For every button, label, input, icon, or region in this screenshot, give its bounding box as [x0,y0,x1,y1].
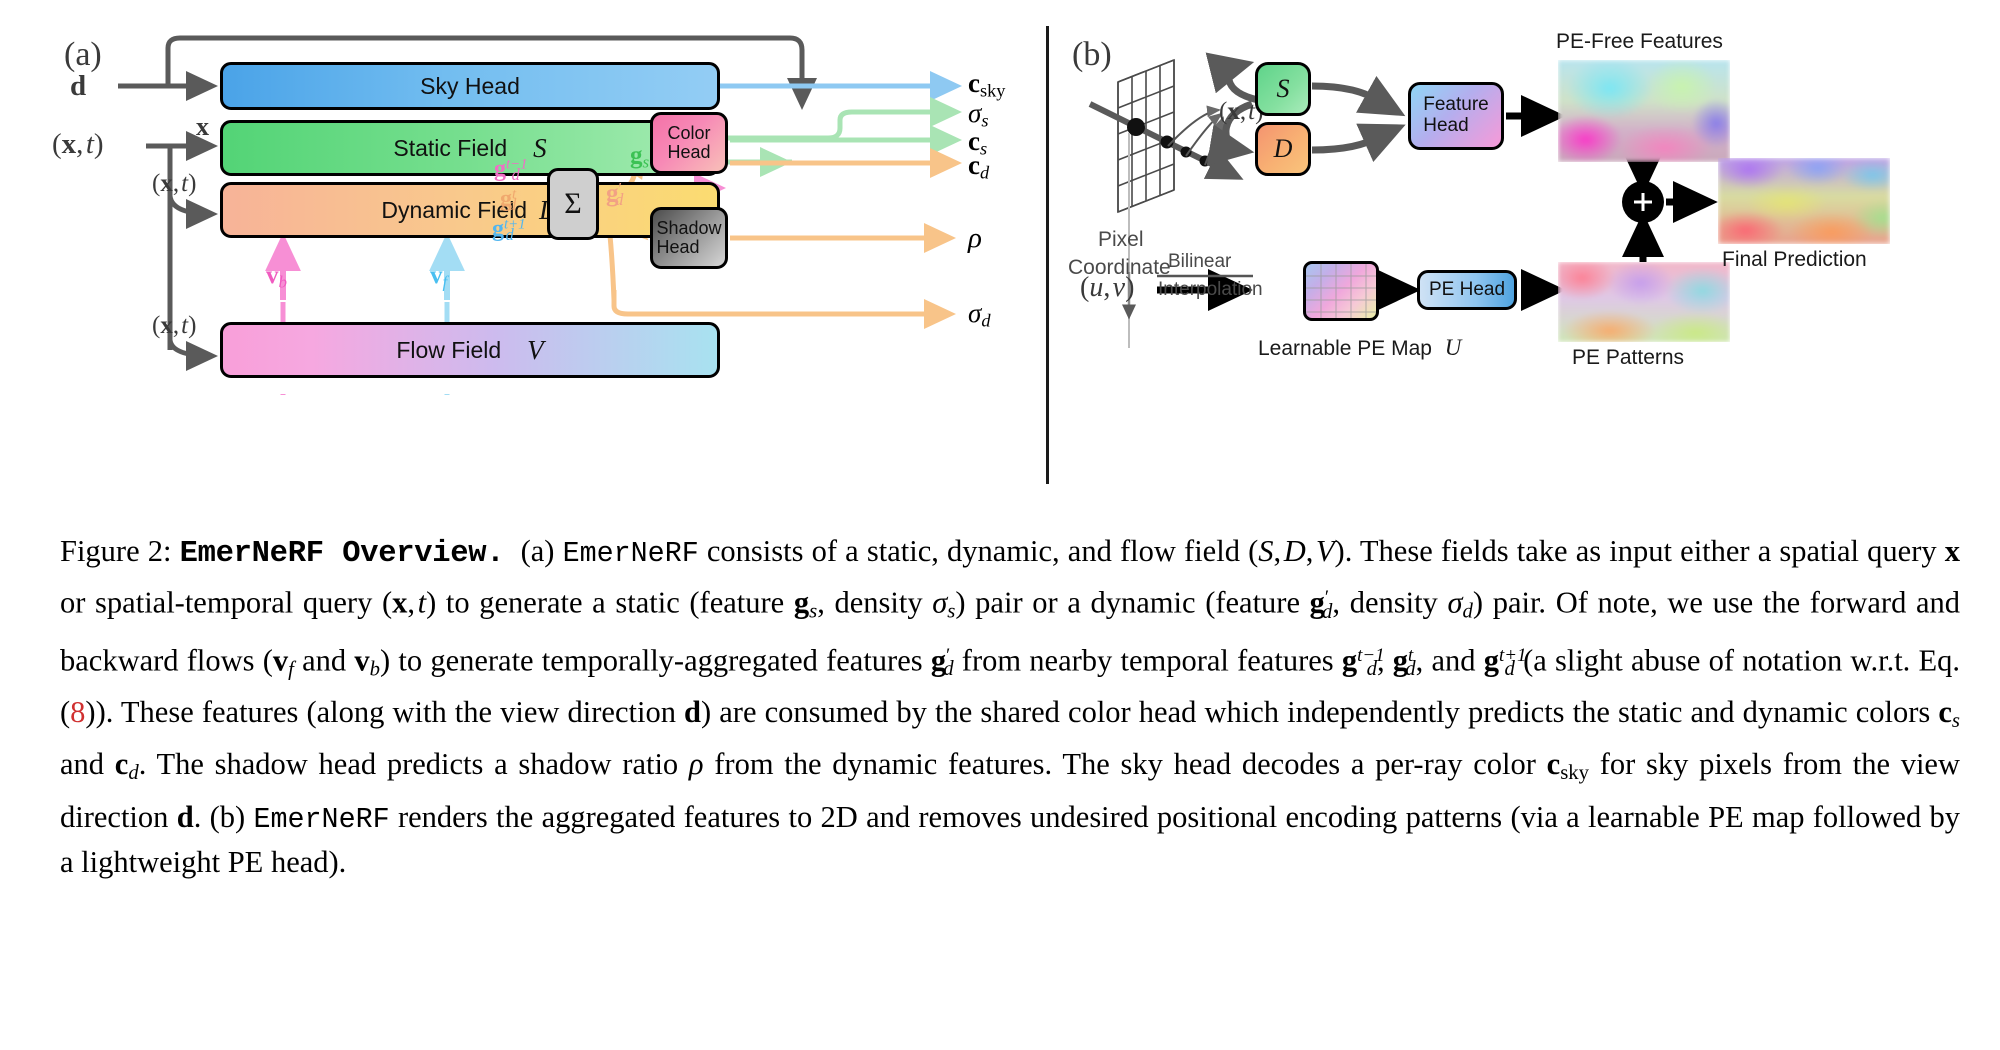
equation-reference[interactable]: 8 [70,695,85,729]
pe-head-label: PE Head [1428,279,1506,300]
edge-label-vf: vf [430,262,448,292]
pixel-coordinate-label-line1: Pixel [1098,228,1144,251]
learnable-pe-map-caption-text: Learnable PE Map [1258,337,1432,360]
input-query-dynamic-label: (x, t) [152,170,197,197]
feature-head-box[interactable]: Feature Head [1408,82,1504,150]
edge-label-gs: gs [630,142,650,172]
pe-patterns-image [1558,262,1730,342]
aggregation-sigma-box[interactable]: Σ [547,168,599,240]
color-head-box[interactable]: Color Head [650,112,728,174]
bilinear-label-top: Bilinear [1168,251,1232,272]
panel-b-static-field-box[interactable]: S [1255,62,1311,116]
final-prediction-image [1718,158,1890,244]
output-rho: ρ [968,222,982,254]
pe-patterns-caption: PE Patterns [1572,346,1685,369]
shadow-head-label: Shadow Head [656,218,722,257]
sky-head-label: Sky Head [420,72,520,99]
output-sigma-d: σd [968,298,991,331]
input-query-flow-label: (x, t) [152,312,197,339]
color-head-label: Color Head [667,123,711,162]
flow-field-box[interactable]: Flow Field V [220,322,720,378]
learnable-pe-map-swatch [1303,261,1379,321]
figure-diagram: (a) d (x, t) (x, t) (x, t) x Sky Head St… [0,0,2000,500]
panel-divider [1046,26,1049,484]
dynamic-field-box[interactable]: Dynamic Field D [220,182,720,238]
final-prediction-caption: Final Prediction [1722,248,1867,271]
pe-free-features-image [1558,60,1730,162]
input-direction-label: d [70,70,87,102]
shadow-head-box[interactable]: Shadow Head [650,207,728,269]
figure-caption: Figure 2: EmerNeRF Overview. (a) EmerNeR… [60,534,1961,879]
edge-label-gd-t: gtd [500,186,517,215]
panel-a-tag: (a) [64,36,102,73]
pe-free-features-caption: PE-Free Features [1556,30,1723,53]
edge-label-x: x [196,112,209,141]
caption-title: EmerNeRF Overview. [179,537,505,571]
edge-label-gd-tp1: gt+1d [492,216,526,245]
pe-head-box[interactable]: PE Head [1417,270,1517,310]
edge-label-gd-prime: g′d [606,180,624,210]
panel-b-tag: (b) [1072,36,1112,73]
sky-head-box[interactable]: Sky Head [220,62,720,110]
panel-b-static-symbol: S [1276,74,1290,103]
learnable-pe-map-symbol: U [1444,335,1462,360]
edge-label-gd-tm1: gt−1d [494,156,528,185]
panel-b-dynamic-symbol: D [1273,134,1293,163]
sigma-symbol: Σ [564,187,582,220]
static-field-label: Static Field [393,134,508,161]
edge-label-vb: vb [266,262,287,292]
static-field-symbol: S [533,132,547,163]
learnable-pe-map-caption: Learnable PE Map U [1258,335,1461,361]
flow-field-label: Flow Field [396,336,502,363]
output-c-d: cd [968,150,990,183]
panel-b-dynamic-field-box[interactable]: D [1255,122,1311,176]
output-c-sky: csky [968,68,1006,101]
feature-head-label: Feature Head [1423,94,1489,136]
uv-coordinate-label: (u, v) [1080,272,1135,303]
flow-field-symbol: V [527,334,544,365]
caption-figure-number: Figure 2: [60,534,172,568]
input-query-static-label: (x, t) [52,128,104,160]
bilinear-label-bottom: Interpolation [1158,279,1263,300]
